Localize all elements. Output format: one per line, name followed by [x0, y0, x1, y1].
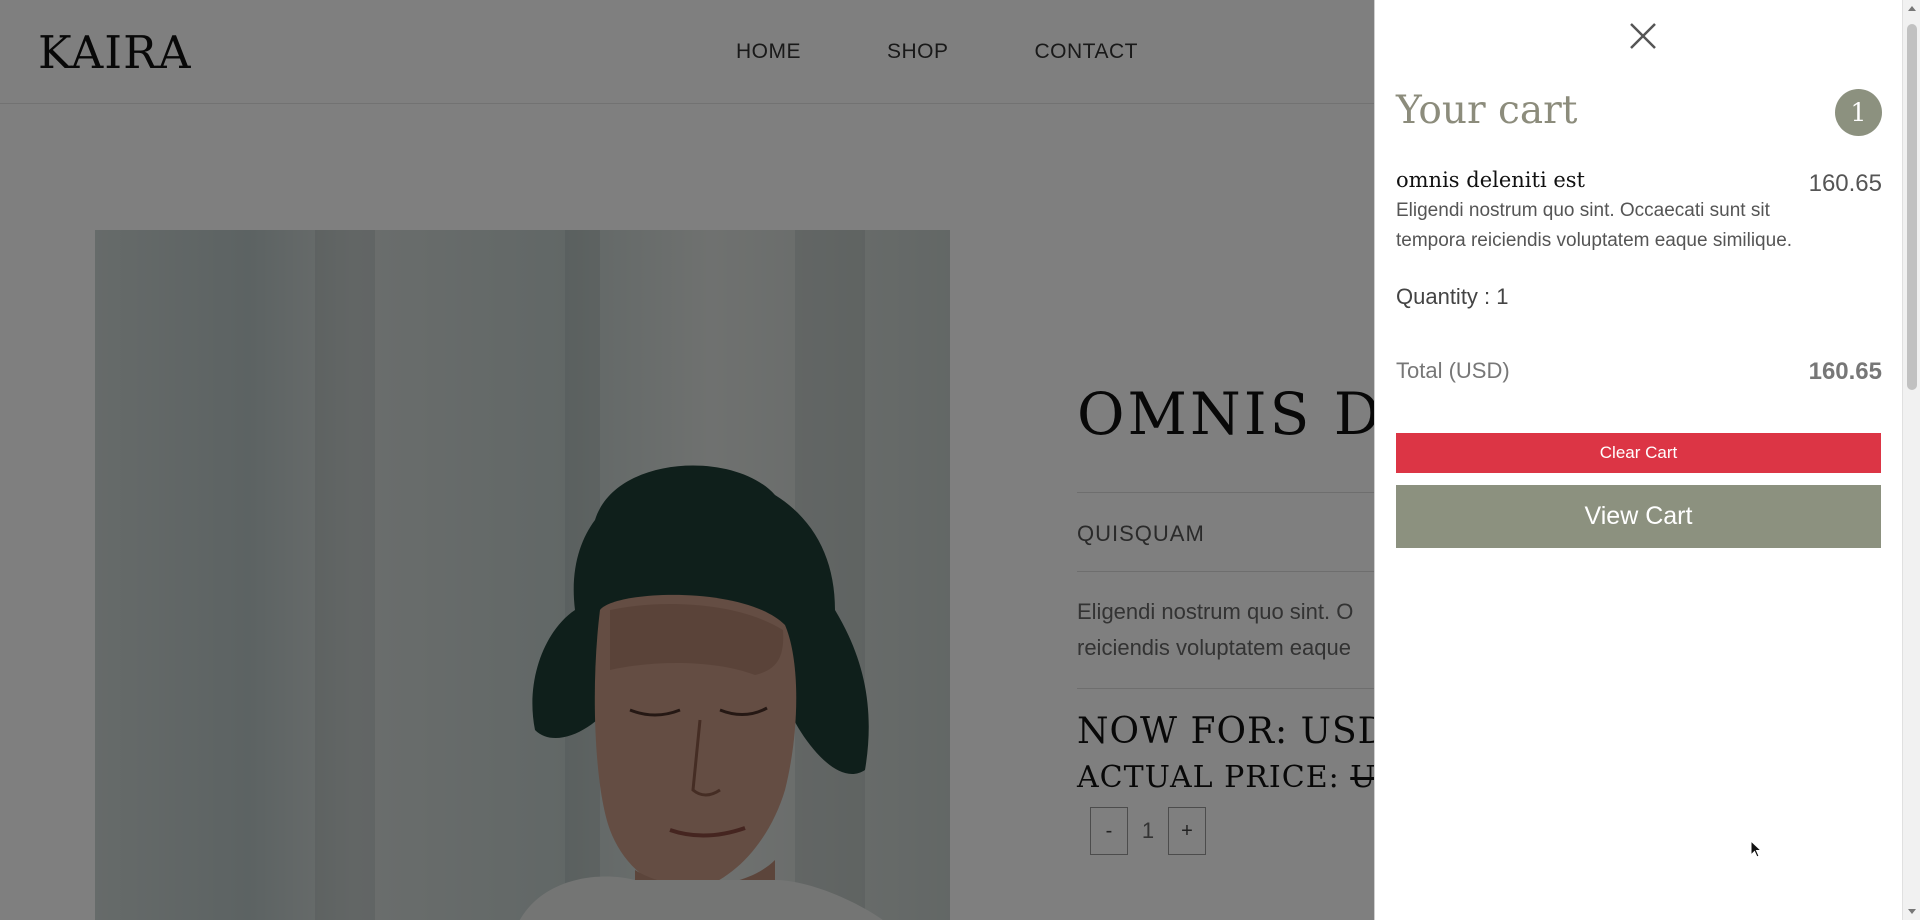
cart-count-badge: 1: [1835, 89, 1882, 136]
clear-cart-button[interactable]: Clear Cart: [1396, 433, 1881, 473]
cart-item-price: 160.65: [1808, 170, 1882, 197]
cart-item-quantity: Quantity : 1: [1396, 284, 1509, 309]
scroll-up-arrow-icon[interactable]: [1907, 4, 1917, 14]
cart-item-description: Eligendi nostrum quo sint. Occaecati sun…: [1396, 200, 1793, 251]
cart-drawer: Your cart 1 omnis deleniti est 160.65 El…: [1374, 0, 1902, 920]
page-scrollbar[interactable]: [1902, 0, 1920, 920]
close-icon[interactable]: [1625, 18, 1661, 54]
scroll-down-arrow-icon[interactable]: [1907, 906, 1917, 916]
cart-total-value: 160.65: [1808, 358, 1882, 385]
cart-title: Your cart: [1396, 88, 1578, 133]
view-cart-button[interactable]: View Cart: [1396, 485, 1881, 548]
cart-total-label: Total (USD): [1396, 358, 1510, 383]
mouse-cursor-icon: [1750, 840, 1763, 858]
scrollbar-thumb[interactable]: [1907, 24, 1917, 390]
cart-item-name: omnis deleniti est: [1396, 168, 1585, 192]
